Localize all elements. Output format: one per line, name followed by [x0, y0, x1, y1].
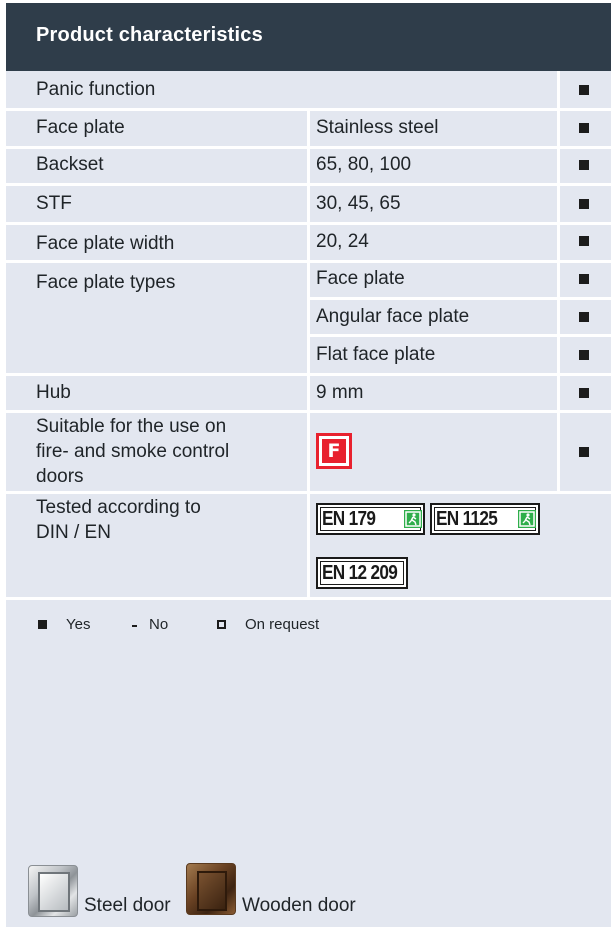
column-divider — [307, 491, 310, 597]
steel-door-panel — [38, 872, 70, 912]
fire-badge-frame: F — [319, 436, 349, 466]
label-face-plate: Face plate — [36, 117, 125, 138]
row-divider — [307, 334, 611, 337]
yes-marker-icon — [579, 123, 589, 133]
en-179-text: EN 179 — [322, 508, 376, 530]
label-backset: Backset — [36, 154, 104, 175]
column-divider — [557, 71, 560, 491]
value-face-plate-type: Angular face plate — [316, 306, 470, 327]
panel-title: Product characteristics — [36, 24, 263, 46]
legend-on-request: On request — [245, 616, 320, 633]
yes-marker-icon — [579, 350, 589, 360]
label-face-plate-width: Face plate width — [36, 233, 175, 254]
row-divider — [6, 597, 611, 600]
emergency-exit-icon — [404, 510, 422, 528]
yes-marker-icon — [579, 388, 589, 398]
label-fire-smoke-line: fire- and smoke control — [36, 441, 230, 462]
label-fire-smoke-line: Suitable for the use on — [36, 416, 227, 437]
yes-marker-icon — [579, 274, 589, 284]
yes-marker-icon — [579, 447, 589, 457]
value-hub: 9 mm — [316, 382, 364, 403]
wooden-door-label: Wooden door — [242, 895, 356, 916]
steel-door-label: Steel door — [84, 895, 171, 916]
en-1125-badge: EN 1125 — [430, 503, 540, 535]
yes-marker-icon — [579, 236, 589, 246]
label-hub: Hub — [36, 382, 71, 403]
on-request-legend-icon — [217, 620, 226, 629]
value-backset: 65, 80, 100 — [316, 154, 412, 175]
wooden-door-panel — [197, 871, 227, 911]
yes-marker-icon — [579, 312, 589, 322]
yes-marker-icon — [579, 85, 589, 95]
value-face-plate-type: Flat face plate — [316, 344, 436, 365]
value-face-plate-type: Face plate — [316, 268, 405, 289]
en-12209-text: EN 12 209 — [322, 562, 398, 584]
en-1125-text: EN 1125 — [436, 508, 498, 530]
product-characteristics-panel: Product characteristics Panic function F… — [6, 3, 611, 927]
no-legend-icon — [132, 625, 137, 627]
label-face-plate-types: Face plate types — [36, 272, 176, 293]
legend-no: No — [149, 616, 169, 633]
yes-marker-icon — [579, 160, 589, 170]
label-tested-line: DIN / EN — [36, 522, 111, 543]
steel-door-icon — [28, 865, 78, 917]
legend-yes: Yes — [66, 616, 91, 633]
label-stf: STF — [36, 193, 72, 214]
yes-legend-icon — [38, 620, 47, 629]
wooden-door-icon — [186, 863, 236, 915]
value-face-plate-width: 20, 24 — [316, 231, 369, 252]
column-divider — [307, 108, 310, 491]
panel-header: Product characteristics — [6, 3, 611, 71]
label-panic-function: Panic function — [36, 79, 156, 100]
value-stf: 30, 45, 65 — [316, 193, 401, 214]
label-tested-line: Tested according to — [36, 497, 201, 518]
yes-marker-icon — [579, 199, 589, 209]
label-fire-smoke-line: doors — [36, 466, 84, 487]
emergency-exit-icon — [518, 510, 536, 528]
fire-badge-letter: F — [322, 439, 346, 463]
value-face-plate: Stainless steel — [316, 117, 439, 138]
en-12209-badge: EN 12 209 — [316, 557, 408, 589]
row-divider — [307, 297, 611, 300]
en-179-badge: EN 179 — [316, 503, 425, 535]
fire-rated-badge-icon: F — [316, 433, 352, 469]
